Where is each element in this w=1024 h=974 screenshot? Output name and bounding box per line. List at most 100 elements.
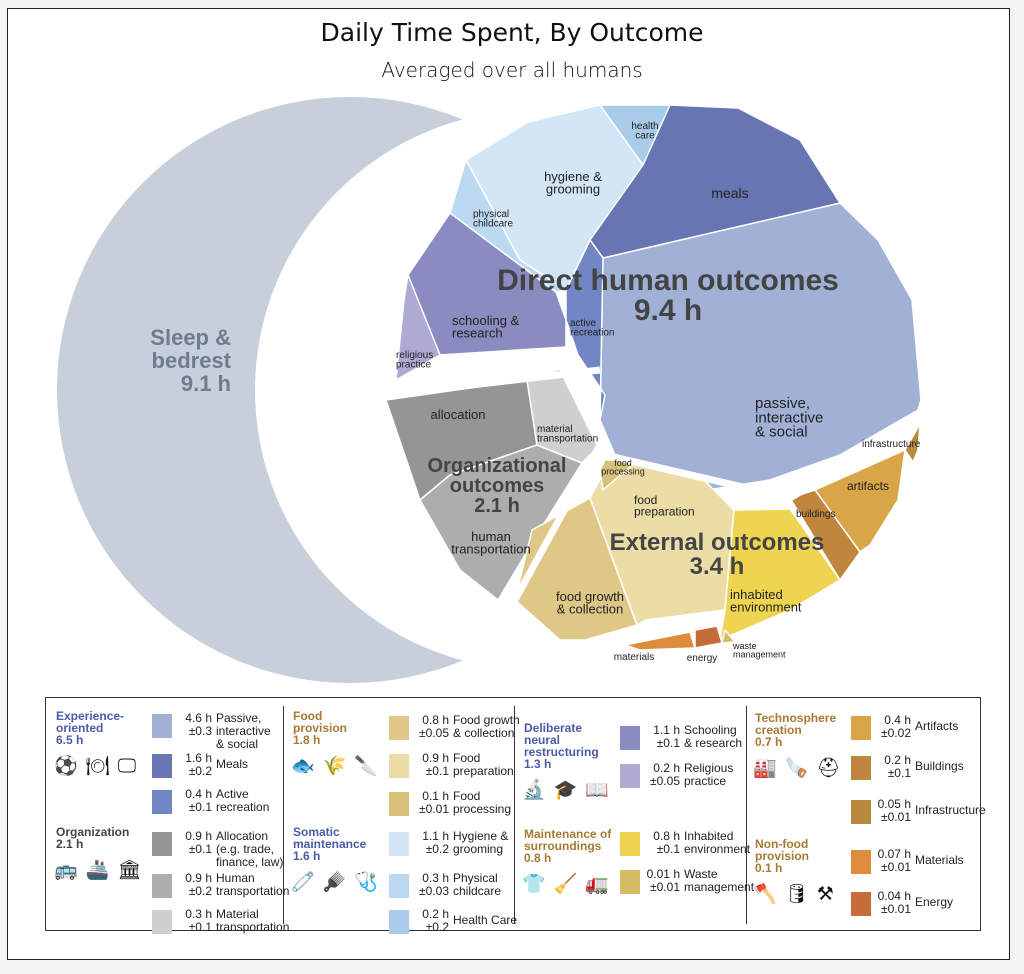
microscope-icon: 🔬 <box>522 780 548 801</box>
legend-item: 0.8 h ±0.05 Food growth & collection <box>389 714 529 750</box>
bank-icon: 🏛 <box>117 860 144 881</box>
pickaxe-shovel-icon: ⚒ <box>816 884 836 905</box>
legend-group-title: Technosphere creation 0.7 h <box>755 711 837 749</box>
legend-item: 1.1 h ±0.1 Schooling & research <box>620 724 760 760</box>
legend-item: 0.05 h ±0.01 Infrastructure <box>851 798 991 834</box>
legend-item: 0.8 h ±0.1 Inhabited environment <box>620 830 760 866</box>
legend-item: 0.3 h ±0.03 Physical childcare <box>389 872 529 908</box>
cell-label-religious-practice: religious practice <box>396 350 433 371</box>
soccer-ball-icon: ⚽ <box>54 756 80 777</box>
cell-label-meals: meals <box>711 185 748 201</box>
legend-swatch <box>851 716 871 740</box>
diaper-icon: 🧷 <box>291 872 317 893</box>
legend-swatch <box>620 870 640 894</box>
legend-group-title: Organization 2.1 h <box>56 825 130 851</box>
legend-item: 0.3 h ±0.1 Material transportation <box>152 908 292 944</box>
legend-label: Energy <box>915 895 954 909</box>
graduation-cap-icon: 🎓 <box>553 780 580 801</box>
legend-item: 1.1 h ±0.2 Hygiene & grooming <box>389 830 529 866</box>
legend-value: 1.1 h ±0.2 <box>422 829 449 856</box>
legend-icons-soccer-ball-icon-plate-cutlery-icon-monitor-icon: ⚽ 🍽 🖵 <box>54 754 144 778</box>
legend-value: 0.04 h ±0.01 <box>877 889 911 916</box>
legend-swatch <box>152 832 172 856</box>
knife-icon: 🔪 <box>354 756 381 777</box>
ship-icon: 🚢 <box>85 860 112 881</box>
plate-cutlery-icon: 🍽 <box>85 756 112 777</box>
barrel-icon: 🛢 <box>784 884 811 905</box>
cell-label-hygiene-grooming: hygiene & grooming <box>544 169 602 196</box>
cell-label-artifacts: artifacts <box>847 479 889 493</box>
legend-item: 0.9 h ±0.1 Food preparation <box>389 752 529 788</box>
cell-label-energy: energy <box>687 653 718 664</box>
factory-icon: 🏭 <box>753 758 779 779</box>
legend-icons-microscope-icon-graduation-cap-icon-book-icon: 🔬 🎓 📖 <box>522 778 617 802</box>
legend-column: Experience-oriented 6.5 h ⚽ 🍽 🖵 4.6 h ±0.3 Pass… <box>54 706 289 934</box>
bus-icon: 🚌 <box>54 860 80 881</box>
legend-value: 0.01 h ±0.01 <box>646 867 680 894</box>
cell-energy <box>694 625 723 649</box>
legend-item: 0.9 h ±0.2 Human transportation <box>152 872 292 908</box>
cell-label-buildings: buildings <box>796 509 835 520</box>
legend-value: 4.6 h ±0.3 <box>185 711 212 738</box>
legend-label: Infrastructure <box>915 803 986 817</box>
legend-icons-diaper-icon-comb-icon-stethoscope-icon: 🧷 🪮 🩺 <box>291 870 386 894</box>
legend-swatch <box>389 716 409 740</box>
cell-label-allocation: allocation <box>431 407 486 422</box>
legend-box: Experience-oriented 6.5 h ⚽ 🍽 🖵 4.6 h ±0.3 Pass… <box>45 697 986 934</box>
legend-item: 4.6 h ±0.3 Passive, interactive & social <box>152 711 292 751</box>
legend-item: 0.2 h ±0.2 Health Care <box>389 908 529 944</box>
legend-swatch <box>620 832 640 856</box>
legend-value: 0.07 h ±0.01 <box>877 847 911 874</box>
legend-swatch <box>389 910 409 934</box>
legend-value: 0.3 h ±0.1 <box>185 907 212 934</box>
legend-value: 0.4 h ±0.02 <box>881 713 911 740</box>
legend-label: Buildings <box>915 759 964 773</box>
legend-value: 0.2 h ±0.05 <box>650 761 680 788</box>
voronoi-chart: Sleep & bedrest passive,interactive& soc… <box>57 97 922 683</box>
legend-item: 0.2 h ±0.05 Religious practice <box>620 762 760 798</box>
legend-icons-hanger-icon-broom-icon-garbage-truck-icon: 👕 🧹 🚛 <box>522 872 617 896</box>
saw-icon: 🪚 <box>784 758 811 779</box>
legend-group-title: Somatic maintenance 1.6 h <box>293 825 367 863</box>
axe-icon: 🪓 <box>753 884 779 905</box>
legend-group-title: Non-food provision 0.1 h <box>755 837 810 875</box>
legend-value: 0.9 h ±0.2 <box>185 871 212 898</box>
legend-item: 0.4 h ±0.1 Active recreation <box>152 788 292 824</box>
hanger-icon: 👕 <box>522 874 548 895</box>
garbage-truck-icon: 🚛 <box>585 874 612 895</box>
legend-value: 0.2 h ±0.2 <box>422 907 449 934</box>
legend-icons-fish-icon-wheat-icon-knife-icon: 🐟 🌾 🔪 <box>291 754 386 778</box>
legend-column: Food provision 1.8 h 🐟 🌾 🔪 0.8 h ±0.05 Food grow… <box>291 706 520 934</box>
legend-label: Artifacts <box>915 719 959 733</box>
legend-swatch <box>152 910 172 934</box>
monitor-icon: 🖵 <box>117 756 139 777</box>
comb-icon: 🪮 <box>322 872 349 893</box>
legend-value: 0.3 h ±0.03 <box>419 871 449 898</box>
legend-swatch <box>620 764 640 788</box>
legend-group-title: Maintenance of surroundings 0.8 h <box>524 827 612 865</box>
legend-swatch <box>851 756 871 780</box>
legend-group-title: Experience-oriented 6.5 h <box>56 709 125 747</box>
legend-label: Materials <box>915 853 964 867</box>
legend-value: 0.2 h ±0.1 <box>884 753 911 780</box>
legend-swatch <box>389 832 409 856</box>
legend-swatch <box>851 800 871 824</box>
legend-swatch <box>152 874 172 898</box>
legend-item: 0.2 h ±0.1 Buildings <box>851 754 991 790</box>
cell-label-materials: materials <box>614 652 655 663</box>
legend-swatch <box>152 714 172 738</box>
legend-swatch <box>389 754 409 778</box>
legend-item: 0.9 h ±0.1 Allocation (e.g. trade, finance, … <box>152 830 292 869</box>
legend-item: 0.01 h ±0.01 Waste management <box>620 868 760 904</box>
stethoscope-icon: 🩺 <box>354 872 381 893</box>
legend-value: 0.1 h ±0.01 <box>419 789 449 816</box>
legend-swatch <box>389 792 409 816</box>
broom-icon: 🧹 <box>553 874 580 895</box>
legend-item: 0.1 h ±0.01 Food processing <box>389 790 529 826</box>
fish-icon: 🐟 <box>291 756 317 777</box>
cell-materials <box>624 631 696 651</box>
cell-label-food-growth-collection: food growth & collection <box>556 589 624 616</box>
legend-swatch <box>152 790 172 814</box>
wheat-icon: 🌾 <box>322 756 349 777</box>
legend-item: 0.04 h ±0.01 Energy <box>851 890 991 926</box>
